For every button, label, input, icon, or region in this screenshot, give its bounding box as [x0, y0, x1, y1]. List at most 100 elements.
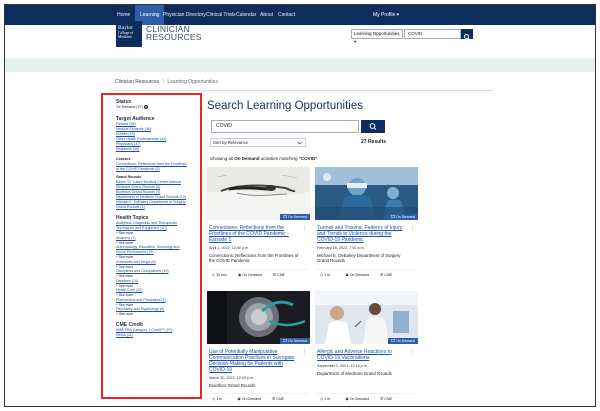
card-title-link[interactable]: Use of Potentially Manipulative Communic… — [209, 349, 301, 373]
card-image — [315, 167, 418, 220]
results-count: 27 Results — [361, 139, 387, 145]
search-button[interactable] — [361, 120, 385, 133]
nav-about[interactable]: About — [260, 5, 273, 25]
search-icon — [464, 34, 470, 40]
certificate-icon: ☰ — [272, 397, 276, 401]
card-date: April 1, 2022, 12:00 p.m. — [209, 246, 250, 250]
activity-card[interactable]: On Demand Connections: Reflections from … — [207, 167, 310, 285]
card-title-link[interactable]: Connections: Reflections from the Frontl… — [209, 225, 301, 243]
card-title-link[interactable]: Turmoil and Trauma: Patterns of Injury a… — [317, 225, 409, 243]
filter-link-course-connections[interactable]: Connections: Reflections from the Frontl… — [116, 162, 187, 172]
summary-suffix: activities matching — [259, 156, 299, 161]
breadcrumb-home-link[interactable]: Clinician Resources — [115, 79, 159, 85]
card-mode: On Demand — [241, 397, 262, 401]
page-title: Search Learning Opportunities — [207, 100, 363, 112]
on-demand-badge: On Demand — [388, 338, 418, 344]
nav-clinical-trials[interactable]: Clinical Trials — [206, 5, 235, 25]
filter-link-residents[interactable]: Residents (45) — [116, 147, 187, 152]
browser-page: Home Learning Physician Directory Clinic… — [4, 4, 596, 407]
more-options-icon[interactable]: ⋮ — [302, 225, 307, 231]
more-options-icon[interactable]: ⋮ — [410, 349, 415, 355]
badge-label: On Demand — [288, 215, 307, 219]
more-options-icon[interactable]: ⋮ — [410, 225, 415, 231]
activity-card[interactable]: On Demand Use of Potentially Manipulativ… — [207, 291, 310, 406]
search-category-select[interactable]: Learning Opportunities ▾ — [351, 29, 403, 44]
monitor-icon — [283, 215, 288, 218]
certificate-icon: ☰ — [380, 397, 384, 401]
see-more-link[interactable]: + See more — [116, 312, 187, 317]
divider — [209, 393, 307, 394]
card-meta: ◷ 1 hr ▣ On Demand ☰ CME — [320, 397, 392, 401]
card-credit: CME — [276, 273, 285, 277]
filter-link-st-lukes-grand-rounds[interactable]: Baylor St. Luke's Medical Center Interna… — [116, 180, 187, 190]
card-duration: 1 hr — [324, 273, 331, 277]
clinician-resources-brand[interactable]: CLINICIAN RESOURCES — [146, 25, 202, 42]
clock-icon: ◷ — [212, 273, 216, 277]
breadcrumb-separator: / — [162, 79, 164, 85]
card-image — [207, 291, 310, 344]
card-credit: CME — [384, 397, 393, 401]
divider — [317, 393, 415, 394]
badge-label: On Demand — [396, 215, 415, 219]
card-duration: 30 min — [216, 273, 227, 277]
baylor-logo[interactable]: Baylor College of Medicine — [116, 21, 142, 47]
status-filter[interactable]: On Demand (27) — [116, 105, 187, 110]
certificate-icon: ☰ — [380, 273, 384, 277]
badge-label: On Demand — [396, 339, 415, 343]
card-credit: CME — [276, 397, 285, 401]
results-summary: Showing all On Demand activities matchin… — [210, 156, 317, 161]
card-mode: On Demand — [349, 273, 370, 277]
header-search-button[interactable] — [461, 29, 473, 40]
chevron-down-icon — [297, 141, 302, 145]
card-duration: 1 hr — [324, 397, 331, 401]
search-input[interactable]: COVID — [211, 120, 359, 133]
clock-icon: ◷ — [212, 397, 216, 401]
monitor-icon: ▣ — [237, 273, 242, 277]
card-title-link[interactable]: Allergic and Adverse Reactions to COVID-… — [317, 349, 409, 361]
monitor-icon — [391, 215, 396, 218]
filter-link-analytical[interactable]: Analytical, Diagnostic and Therapeutic T… — [116, 221, 187, 231]
clock-icon: ◷ — [320, 273, 324, 277]
card-image — [207, 167, 310, 220]
my-profile-menu[interactable]: My Profile ▾ — [373, 5, 399, 25]
card-meta: ◷ 1 hr ▣ On Demand ☰ CME — [320, 273, 392, 277]
header-search-input[interactable]: COVID — [404, 29, 461, 39]
card-duration: 1 hr — [216, 397, 223, 401]
card-mode: On Demand — [242, 273, 262, 277]
card-credit: CME — [384, 273, 393, 277]
brand-line2: RESOURCES — [146, 32, 202, 42]
card-date: September 2, 2021, 12:15 p.m. — [317, 364, 368, 368]
summary-status: On Demand — [234, 156, 260, 161]
card-mode: On Demand — [349, 397, 370, 401]
sort-select[interactable]: Sort by Relevance — [210, 138, 306, 147]
monitor-icon — [283, 339, 288, 342]
clock-icon: ◷ — [320, 397, 324, 401]
close-icon[interactable] — [143, 105, 148, 110]
top-navigation: Home Learning Physician Directory Clinic… — [5, 5, 595, 25]
filter-sidebar: Status On Demand (27) Target Audience Fe… — [101, 93, 202, 399]
activity-card[interactable]: On Demand Turmoil and Trauma: Patterns o… — [315, 167, 418, 285]
card-meta: ◷ 1 hr ▣ On Demand ☰ CME — [212, 397, 284, 401]
card-series: Bioethics Grand Rounds — [209, 383, 256, 388]
certificate-icon: ☰ — [272, 273, 276, 277]
nav-calendar[interactable]: Calendar — [236, 5, 256, 25]
filter-link-anthropology[interactable]: Anthropology, Education, Sociology and S… — [116, 245, 187, 255]
nav-contact[interactable]: Contact — [278, 5, 295, 25]
more-options-icon[interactable]: ⋮ — [302, 349, 307, 355]
card-series: Department of Medicine Grand Rounds — [317, 371, 392, 376]
filter-link-ethics[interactable]: Ethics (11) — [116, 333, 187, 338]
monitor-icon: ▣ — [345, 273, 349, 277]
badge-label: On Demand — [288, 339, 307, 343]
monitor-icon: ▣ — [345, 397, 349, 401]
on-demand-badge: On Demand — [280, 214, 310, 220]
nav-physician-directory[interactable]: Physician Directory — [163, 5, 206, 25]
card-series: Michael E. DeBakey Department of Surgery… — [317, 253, 401, 264]
card-date: February 16, 2022, 7:00 a.m. — [317, 246, 365, 250]
filter-link-surgery-grand-rounds[interactable]: Michael E. DeBakey Department of Surgery… — [116, 200, 187, 210]
monitor-icon — [391, 339, 396, 342]
summary-query: "COVID" — [298, 156, 318, 161]
activity-card[interactable]: On Demand Allergic and Adverse Reactions… — [315, 291, 418, 406]
monitor-icon: ▣ — [237, 397, 241, 401]
status-count: (27) — [136, 105, 143, 109]
divider — [109, 90, 493, 91]
